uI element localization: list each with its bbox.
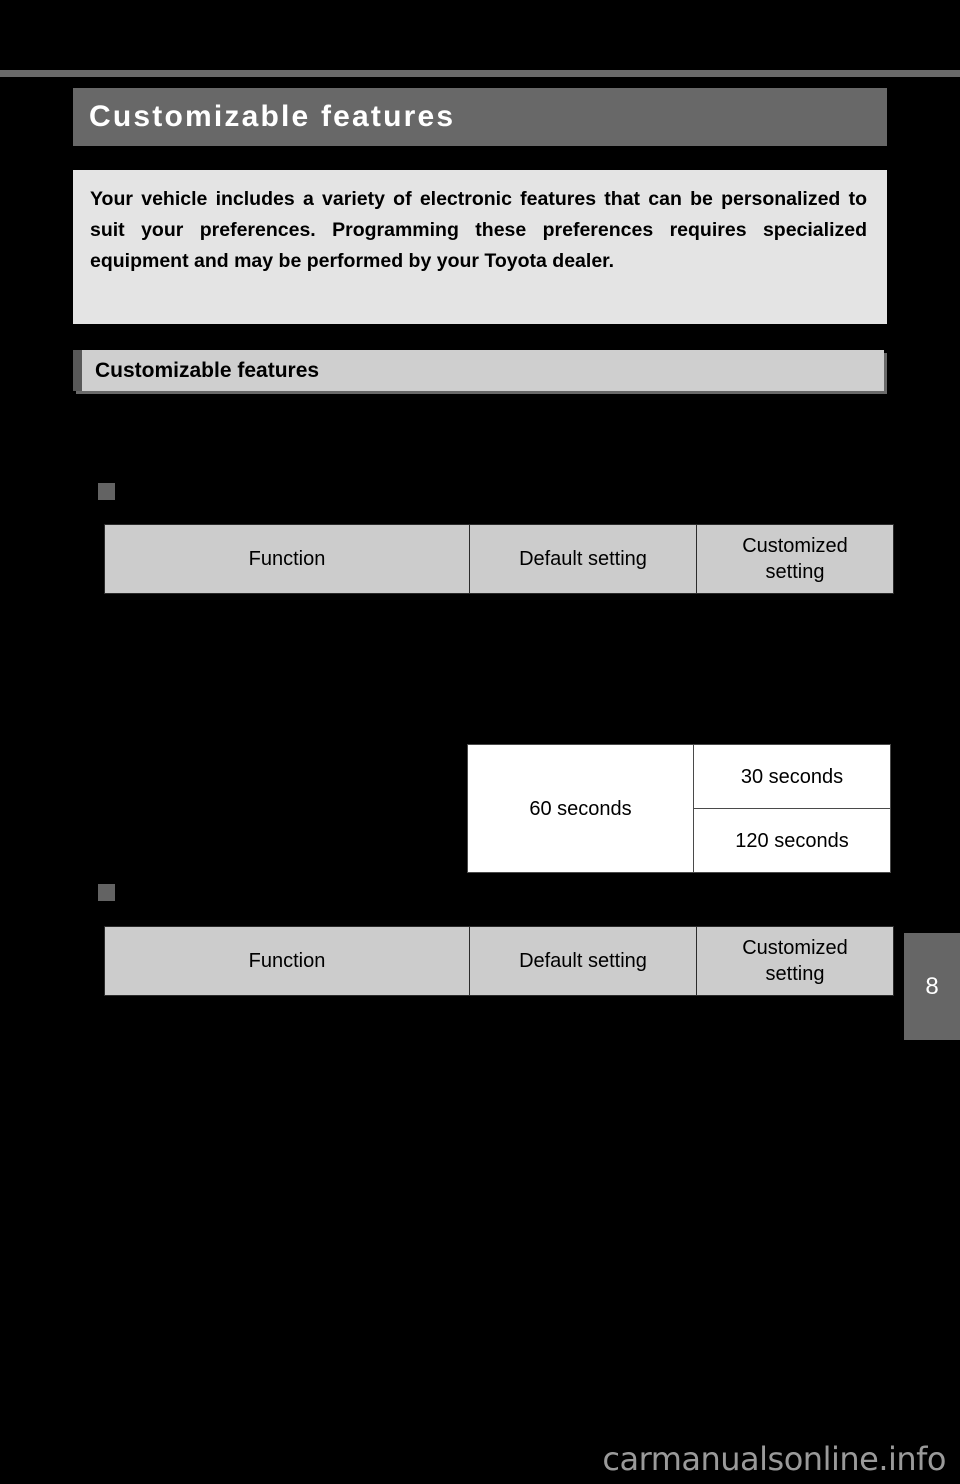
settings-data-table: 60 seconds 30 seconds 120 seconds [467,744,891,873]
chapter-title-bar: Customizable features [73,88,887,146]
chapter-index-tab: 8 [904,933,960,1040]
column-header-default-setting: Default setting [469,524,697,594]
table-row: Function Default setting Customized sett… [104,926,894,996]
cell-customized-setting-option-1: 30 seconds [693,744,891,809]
square-bullet-icon [98,884,115,901]
cell-customized-setting-option-2: 120 seconds [693,808,891,873]
column-header-customized-line2: setting [765,963,825,985]
cell-default-setting-value: 60 seconds [467,744,694,873]
column-header-customized-line1: Customized [742,535,848,557]
site-watermark: carmanualsonline.info [602,1440,946,1478]
page-title: Customizable features [89,100,456,133]
chapter-number: 8 [925,972,939,1000]
section-header-label: Customizable features [95,358,320,382]
column-header-function: Function [104,524,470,594]
column-header-customized-setting: Customized setting [696,524,894,594]
section-tick-marker [73,350,82,391]
square-bullet-icon [98,483,115,500]
table-row: 60 seconds 30 seconds [467,744,891,873]
top-divider-rule [0,70,960,77]
intro-text: Your vehicle includes a variety of elect… [90,188,867,272]
table-row: Function Default setting Customized sett… [104,524,894,594]
column-header-function: Function [104,926,470,996]
table-header-row-1: Function Default setting Customized sett… [104,524,894,594]
column-header-customized-setting: Customized setting [696,926,894,996]
column-header-default-setting: Default setting [469,926,697,996]
section-header-customizable-features: Customizable features [73,350,884,391]
intro-callout-box: Your vehicle includes a variety of elect… [73,170,887,324]
column-header-customized-line1: Customized [742,937,848,959]
table-header-row-2: Function Default setting Customized sett… [104,926,894,996]
column-header-customized-line2: setting [765,561,825,583]
